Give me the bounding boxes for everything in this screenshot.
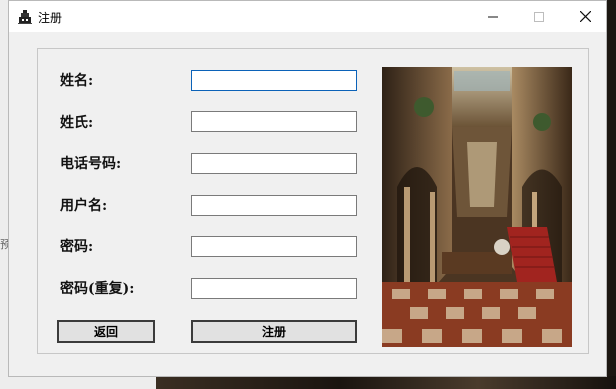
register-window: 注册 姓名: 姓氏: 电话号码: 用户名: 密码: 密码(重复): 返回 注册 — [8, 0, 607, 377]
background-desktop — [156, 376, 616, 389]
minimize-button[interactable] — [470, 1, 516, 32]
username-label: 用户名: — [60, 198, 108, 214]
last-name-label: 姓氏: — [60, 115, 94, 131]
title-bar[interactable]: 注册 — [9, 1, 606, 32]
minimize-icon — [488, 16, 498, 17]
first-name-input[interactable] — [191, 70, 357, 91]
register-button[interactable]: 注册 — [191, 320, 357, 343]
app-icon — [18, 10, 32, 24]
username-input[interactable] — [191, 195, 357, 216]
phone-label: 电话号码: — [60, 156, 122, 172]
password-repeat-input[interactable] — [191, 278, 357, 299]
window-title: 注册 — [38, 11, 63, 25]
maximize-icon — [534, 11, 544, 22]
maximize-button[interactable] — [516, 1, 562, 32]
password-repeat-label: 密码(重复): — [60, 281, 135, 297]
form-panel: 姓名: 姓氏: 电话号码: 用户名: 密码: 密码(重复): 返回 注册 — [37, 48, 589, 354]
close-icon — [579, 11, 591, 22]
back-button[interactable]: 返回 — [57, 320, 155, 343]
hotel-interior-image — [382, 67, 572, 347]
last-name-input[interactable] — [191, 111, 357, 132]
close-button[interactable] — [562, 1, 608, 32]
password-input[interactable] — [191, 236, 357, 257]
password-label: 密码: — [60, 239, 94, 255]
first-name-label: 姓名: — [60, 73, 94, 89]
phone-input[interactable] — [191, 153, 357, 174]
